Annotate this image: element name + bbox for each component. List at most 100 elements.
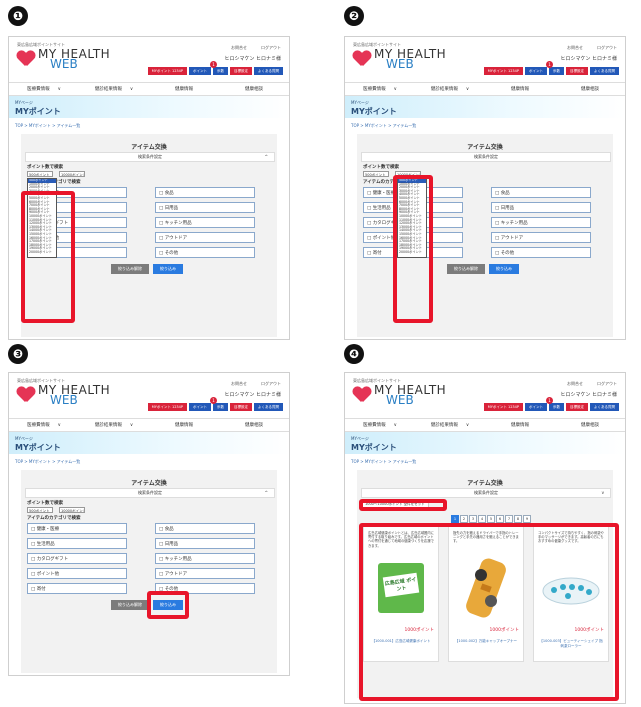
category-other[interactable]: □ その他	[155, 247, 255, 258]
nav-checkup[interactable]: 健診結果情報 ∨	[415, 419, 485, 431]
chevron-down-icon: ∨	[57, 422, 61, 428]
steps-button[interactable]: 歩数	[549, 67, 564, 75]
nav-checkup[interactable]: 健診結果情報 ∨	[79, 83, 149, 95]
page-number[interactable]: 8	[514, 515, 522, 523]
points-search-label: ポイント数で検索	[27, 165, 63, 170]
site-brand[interactable]: 東広島広域ポイントサイト MY HEALTH WEB	[353, 42, 446, 70]
category-food[interactable]: □ 食品	[491, 187, 591, 198]
nav-consult[interactable]: 健康相談	[555, 83, 625, 95]
points-from-select[interactable]: 500ポイント	[27, 171, 53, 177]
nav-consult[interactable]: 健康相談	[219, 419, 289, 431]
category-daily[interactable]: □ 日用品	[491, 202, 591, 213]
nav-consult[interactable]: 健康相談	[555, 419, 625, 431]
category-living[interactable]: □ 生活用品	[27, 538, 127, 549]
points-to-select[interactable]: 10000ポイント	[59, 507, 85, 513]
screenshot-panel-1: 東広島広域ポイントサイト MY HEALTH WEB お問合せ ログアウト ヒロシマ…	[8, 36, 290, 340]
breadcrumb[interactable]: TOP > MYポイント > アイテム一覧	[15, 459, 80, 465]
category-daily[interactable]: □ 日用品	[155, 538, 255, 549]
nav-health[interactable]: 健康情報	[149, 419, 219, 431]
points-button[interactable]: ポイント	[525, 403, 547, 411]
category-points[interactable]: □ ポイント他	[27, 568, 127, 579]
search-conditions-toggle[interactable]: 検索条件設定 ^	[25, 152, 275, 162]
page-number[interactable]: 4	[478, 515, 486, 523]
logout-link[interactable]: ログアウト	[597, 45, 617, 51]
faq-button[interactable]: よくある質問	[254, 403, 283, 411]
breadcrumb[interactable]: TOP > MYポイント > アイテム一覧	[351, 459, 416, 465]
nav-checkup[interactable]: 健診結果情報 ∨	[415, 83, 485, 95]
category-donation[interactable]: □ 寄付	[27, 583, 127, 594]
faq-button[interactable]: よくある質問	[254, 67, 283, 75]
logout-link[interactable]: ログアウト	[261, 381, 281, 387]
my-points-button[interactable]: MYポイント 1234P	[483, 67, 523, 75]
main-nav: 医療費情報 ∨ 健診結果情報 ∨ 健康情報 健康相談	[345, 82, 625, 96]
category-health[interactable]: □ 健康・医療	[27, 523, 127, 534]
nav-medical[interactable]: 医療費情報 ∨	[345, 83, 415, 95]
page-number[interactable]: 9	[523, 515, 531, 523]
category-outdoor[interactable]: □ アウトドア	[491, 232, 591, 243]
nav-medical[interactable]: 医療費情報 ∨	[9, 83, 79, 95]
filter-button[interactable]: 絞り込み	[489, 264, 519, 274]
search-conditions-toggle[interactable]: 検索条件設定	[361, 152, 611, 162]
nav-health[interactable]: 健康情報	[485, 419, 555, 431]
goal-button[interactable]: 目標設定	[230, 67, 252, 75]
highlight-box	[147, 591, 189, 619]
points-to-select[interactable]: 10000ポイント	[59, 171, 85, 177]
clear-filter-button[interactable]: 絞り込み解除	[447, 264, 485, 274]
contact-link[interactable]: お問合せ	[567, 381, 583, 387]
contact-link[interactable]: お問合せ	[231, 45, 247, 51]
nav-health[interactable]: 健康情報	[485, 83, 555, 95]
points-button[interactable]: ポイント	[189, 67, 211, 75]
page-number[interactable]: 1	[451, 515, 459, 523]
search-conditions-toggle[interactable]: 検索条件設定 v	[361, 488, 611, 498]
category-kitchen[interactable]: □ キッチン用品	[491, 217, 591, 228]
points-from-select[interactable]: 500ポイント	[27, 507, 53, 513]
site-brand[interactable]: 東広島広域ポイントサイト MY HEALTH WEB	[17, 42, 110, 70]
points-from-select[interactable]: 500ポイント	[363, 171, 389, 177]
steps-button[interactable]: 歩数	[549, 403, 564, 411]
category-daily[interactable]: □ 日用品	[155, 202, 255, 213]
points-button[interactable]: ポイント	[525, 67, 547, 75]
goal-button[interactable]: 目標設定	[566, 67, 588, 75]
chevron-down-icon: ∨	[57, 86, 61, 92]
category-food[interactable]: □ 食品	[155, 187, 255, 198]
filter-button[interactable]: 絞り込み	[153, 264, 183, 274]
goal-button[interactable]: 目標設定	[566, 403, 588, 411]
logout-link[interactable]: ログアウト	[597, 381, 617, 387]
steps-button[interactable]: 歩数	[213, 403, 228, 411]
breadcrumb[interactable]: TOP > MYポイント > アイテム一覧	[15, 123, 80, 129]
category-kitchen[interactable]: □ キッチン用品	[155, 553, 255, 564]
category-outdoor[interactable]: □ アウトドア	[155, 568, 255, 579]
nav-medical[interactable]: 医療費情報 ∨	[9, 419, 79, 431]
clear-filter-button[interactable]: 絞り込み解除	[111, 600, 149, 610]
steps-button[interactable]: 歩数	[213, 67, 228, 75]
category-food[interactable]: □ 食品	[155, 523, 255, 534]
my-points-button[interactable]: MYポイント 1234P	[483, 403, 523, 411]
page-number[interactable]: 7	[505, 515, 513, 523]
category-catalog[interactable]: □ カタログギフト	[27, 553, 127, 564]
category-kitchen[interactable]: □ キッチン用品	[155, 217, 255, 228]
points-button[interactable]: ポイント	[189, 403, 211, 411]
page-number[interactable]: 5	[487, 515, 495, 523]
site-brand[interactable]: 東広島広域ポイントサイト MY HEALTH WEB	[17, 378, 110, 406]
category-other[interactable]: □ その他	[491, 247, 591, 258]
goal-button[interactable]: 目標設定	[230, 403, 252, 411]
search-conditions-toggle[interactable]: 検索条件設定 ^	[25, 488, 275, 498]
logout-link[interactable]: ログアウト	[261, 45, 281, 51]
nav-consult[interactable]: 健康相談	[219, 83, 289, 95]
page-number[interactable]: 3	[469, 515, 477, 523]
contact-link[interactable]: お問合せ	[231, 381, 247, 387]
category-outdoor[interactable]: □ アウトドア	[155, 232, 255, 243]
nav-medical[interactable]: 医療費情報 ∨	[345, 419, 415, 431]
breadcrumb[interactable]: TOP > MYポイント > アイテム一覧	[351, 123, 416, 129]
page-number[interactable]: 6	[496, 515, 504, 523]
page-number[interactable]: 2	[460, 515, 468, 523]
my-points-button[interactable]: MYポイント 1234P	[147, 67, 187, 75]
nav-checkup[interactable]: 健診結果情報 ∨	[79, 419, 149, 431]
clear-filter-button[interactable]: 絞り込み解除	[111, 264, 149, 274]
contact-link[interactable]: お問合せ	[567, 45, 583, 51]
nav-health[interactable]: 健康情報	[149, 83, 219, 95]
site-brand[interactable]: 東広島広域ポイントサイト MY HEALTH WEB	[353, 378, 446, 406]
faq-button[interactable]: よくある質問	[590, 67, 619, 75]
my-points-button[interactable]: MYポイント 1234P	[147, 403, 187, 411]
faq-button[interactable]: よくある質問	[590, 403, 619, 411]
